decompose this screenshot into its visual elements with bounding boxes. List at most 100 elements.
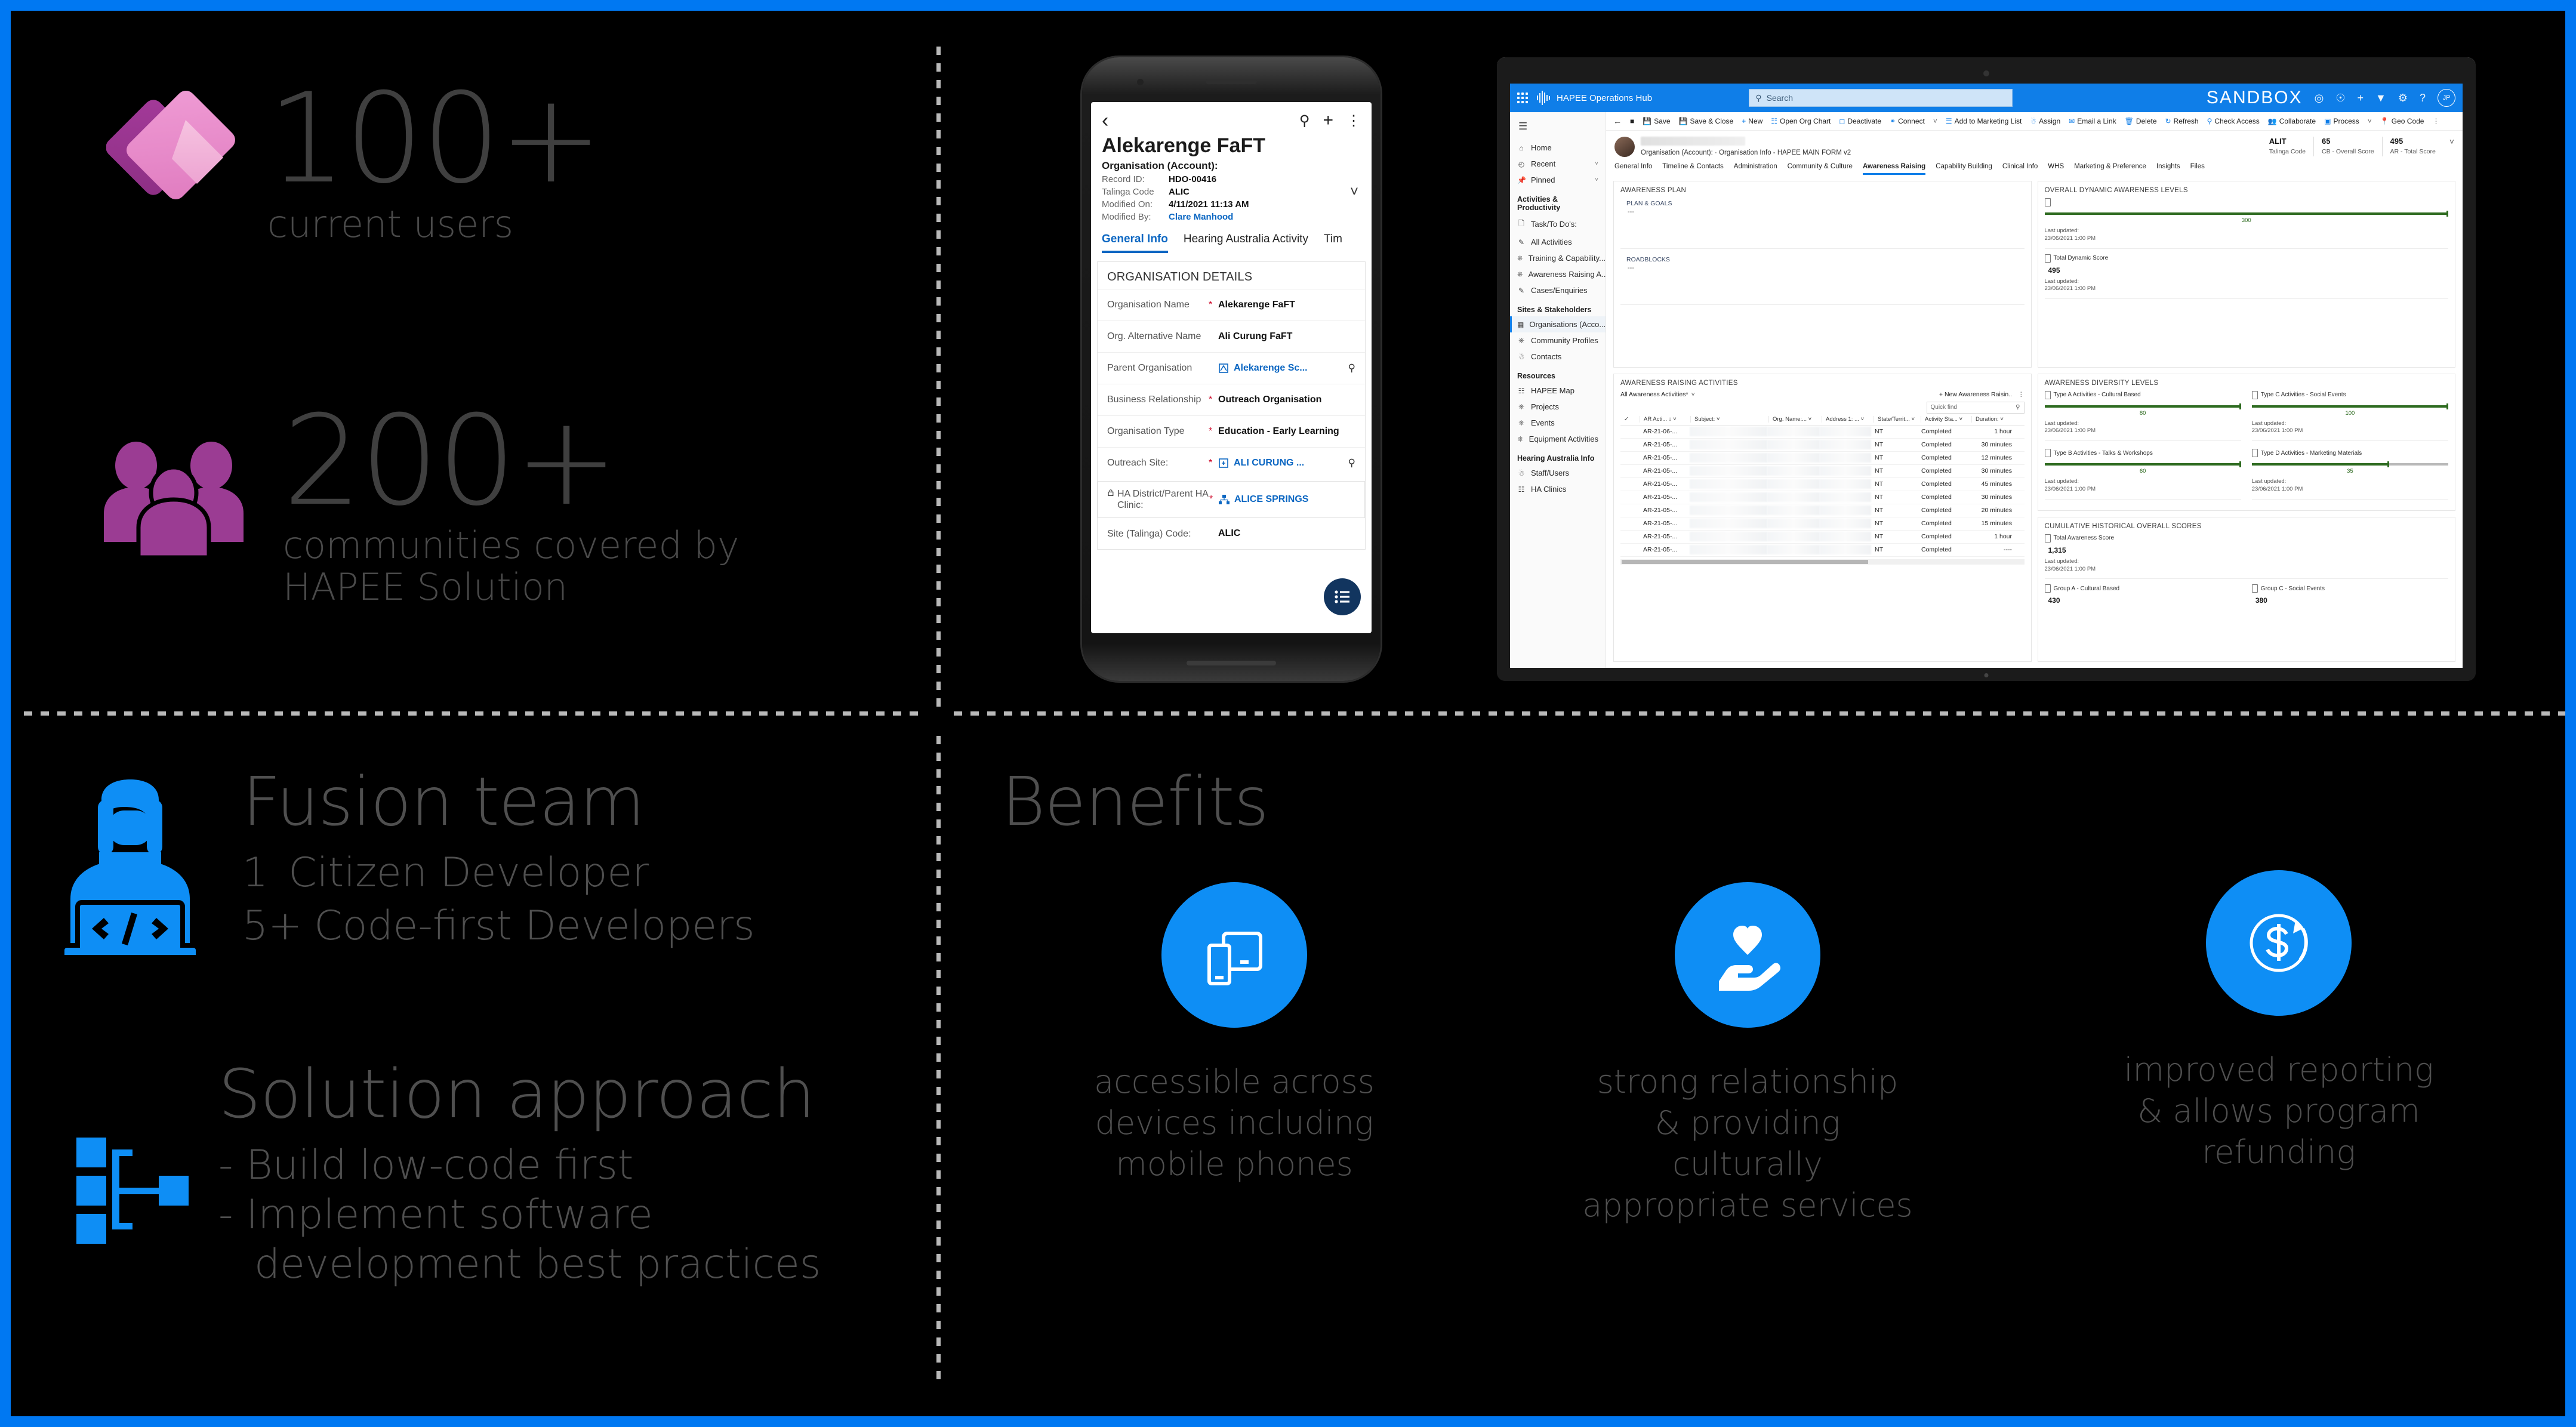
geo-code-button[interactable]: 📍 Geo Code <box>2380 117 2424 125</box>
overflow-icon[interactable]: ⋮ <box>2432 117 2439 125</box>
sidebar-item-pinned[interactable]: 📌 Pinned ˅ <box>1510 172 1606 188</box>
related-records-fab-button[interactable] <box>1324 578 1361 615</box>
sidebar-item-community-profiles[interactable]: ⎈ Community Profiles <box>1510 332 1606 349</box>
phone-field-site-talinga-code[interactable]: Site (Talinga) Code: ALIC <box>1098 518 1365 549</box>
column-header-activity-status[interactable]: Activity Sta... ˅ <box>1921 415 1971 423</box>
connect-button[interactable]: ⚭ Connect <box>1890 117 1925 125</box>
tab-timeline-contacts[interactable]: Timeline & Contacts <box>1662 163 1723 175</box>
column-header-subject[interactable]: Subject: ˅ <box>1690 415 1768 423</box>
lookup-search-icon[interactable]: ⚲ <box>1348 362 1355 374</box>
quick-find-input[interactable]: Quick find ⚲ <box>1926 401 2025 414</box>
help-icon[interactable]: ? <box>2420 92 2426 104</box>
plan-goals-value[interactable]: --- <box>1620 208 2025 215</box>
assign-button[interactable]: ☃ Assign <box>2030 117 2060 125</box>
field-value[interactable]: ALICE SPRINGS <box>1219 494 1355 505</box>
scroll-thumb[interactable] <box>1622 559 1868 564</box>
refresh-button[interactable]: ↻ Refresh <box>2165 117 2199 125</box>
field-value[interactable]: ALI CURUNG ... <box>1218 458 1348 469</box>
back-icon[interactable]: ← <box>1613 116 1622 126</box>
table-row[interactable]: AR-21-05-... NT Completed 15 minutes <box>1620 517 2025 531</box>
add-to-marketing-list-button[interactable]: ☰ Add to Marketing List <box>1946 117 2022 125</box>
phone-modified-by-link[interactable]: Clare Manhood <box>1169 212 1233 222</box>
sidebar-item-recent[interactable]: ◴ Recent ˅ <box>1510 156 1606 172</box>
select-all-checkmark-icon[interactable]: ✓ <box>1620 416 1640 423</box>
phone-field-organisation-name[interactable]: Organisation Name * Alekarenge FaFT <box>1098 289 1365 320</box>
tab-files[interactable]: Files <box>2190 163 2205 175</box>
column-header-org-name[interactable]: Org. Name:... ˅ <box>1768 415 1822 423</box>
save-and-close-button[interactable]: 💾 Save & Close <box>1679 117 1734 125</box>
column-header-duration[interactable]: Duration: ˅ <box>1971 415 2020 423</box>
phone-field-outreach-site[interactable]: Outreach Site: * ALI CURUNG ... ⚲ <box>1098 447 1365 479</box>
lookup-search-icon[interactable]: ⚲ <box>1348 457 1355 469</box>
roadblocks-value[interactable]: --- <box>1620 264 2025 272</box>
chevron-down-icon[interactable]: ˅ <box>2449 137 2454 146</box>
table-row[interactable]: AR-21-05-... NT Completed ---- <box>1620 544 2025 557</box>
more-icon[interactable]: ⋮ <box>1346 112 1361 130</box>
sidebar-item-cases-enquiries[interactable]: ✎ Cases/Enquiries <box>1510 282 1606 298</box>
sidebar-item-tasks[interactable]: 🗋 Task/To Do's: <box>1510 214 1606 234</box>
table-row[interactable]: AR-21-06-... NT Completed 1 hour <box>1620 426 2025 439</box>
tab-insights[interactable]: Insights <box>2156 163 2180 175</box>
avatar[interactable]: JP <box>2438 89 2455 107</box>
sidebar-item-ha-clinics[interactable]: ☷ HA Clinics <box>1510 481 1606 497</box>
phone-field-business-relationship[interactable]: Business Relationship * Outreach Organis… <box>1098 384 1365 415</box>
plus-icon[interactable]: + <box>1323 110 1333 131</box>
phone-field-parent-organisation[interactable]: Parent Organisation Alekarenge Sc... ⚲ <box>1098 352 1365 384</box>
sidebar-item-equipment-activities[interactable]: ⎈ Equipment Activities <box>1510 431 1606 447</box>
save-button[interactable]: 💾 Save <box>1643 117 1670 125</box>
tab-hearing-australia-activity[interactable]: Hearing Australia Activity <box>1184 233 1308 253</box>
tablet-home-button[interactable] <box>1984 673 1989 677</box>
tab-administration[interactable]: Administration <box>1734 163 1777 175</box>
table-row[interactable]: AR-21-05-... NT Completed 30 minutes <box>1620 465 2025 478</box>
tab-capability-building[interactable]: Capability Building <box>1936 163 1992 175</box>
chevron-down-icon[interactable]: ˅ <box>1350 184 1358 201</box>
back-icon[interactable]: ‹ <box>1102 110 1108 131</box>
search-icon[interactable]: ⚲ <box>1299 112 1310 130</box>
delete-button[interactable]: 🗑 Delete <box>2125 117 2157 125</box>
sidebar-item-awareness-raising[interactable]: ⎈ Awareness Raising A... <box>1510 266 1606 282</box>
gear-icon[interactable]: ⚙ <box>2398 92 2408 104</box>
table-row[interactable]: AR-21-05-... NT Completed 20 minutes <box>1620 504 2025 517</box>
table-row[interactable]: AR-21-05-... NT Completed 45 minutes <box>1620 478 2025 491</box>
chevron-down-icon[interactable]: ˅ <box>1595 177 1598 183</box>
lightbulb-icon[interactable]: ☉ <box>2335 92 2345 104</box>
waffle-icon[interactable] <box>1517 93 1528 103</box>
filter-icon[interactable]: ▼ <box>2375 92 2386 104</box>
form-selector-icon[interactable]: ■ <box>1630 117 1634 125</box>
tab-community-culture[interactable]: Community & Culture <box>1788 163 1853 175</box>
sidebar-item-organisations[interactable]: ▦ Organisations (Acco... <box>1510 316 1606 332</box>
phone-field-organisation-type[interactable]: Organisation Type * Education - Early Le… <box>1098 415 1365 447</box>
deactivate-button[interactable]: ◻ Deactivate <box>1839 117 1881 125</box>
tab-clinical-info[interactable]: Clinical Info <box>2002 163 2038 175</box>
process-button[interactable]: ▣ Process <box>2324 117 2359 125</box>
phone-field-org-alternative-name[interactable]: Org. Alternative Name Ali Curung FaFT <box>1098 320 1365 352</box>
collaborate-button[interactable]: 👥 Collaborate <box>2268 117 2316 125</box>
table-row[interactable]: AR-21-05-... NT Completed 12 minutes <box>1620 452 2025 465</box>
table-row[interactable]: AR-21-05-... NT Completed 30 minutes <box>1620 439 2025 452</box>
column-header-state[interactable]: State/Territ... ˅ <box>1874 415 1921 423</box>
open-org-chart-button[interactable]: ☷ Open Org Chart <box>1771 117 1831 125</box>
chevron-down-icon[interactable]: ˅ <box>1595 161 1598 167</box>
search-input[interactable]: ⚲ Search <box>1749 89 2013 107</box>
target-icon[interactable]: ◎ <box>2315 92 2324 104</box>
column-header-ar-activity[interactable]: AR Acti... ↓ ˅ <box>1640 415 1690 423</box>
hamburger-icon[interactable]: ☰ <box>1510 118 1606 140</box>
horizontal-scrollbar[interactable] <box>1620 559 2025 565</box>
tab-general-info[interactable]: General Info <box>1614 163 1652 175</box>
sidebar-item-training-capability[interactable]: ⎈ Training & Capability... <box>1510 250 1606 266</box>
table-row[interactable]: AR-21-05-... NT Completed 30 minutes <box>1620 491 2025 504</box>
plus-icon[interactable]: + <box>2358 92 2364 104</box>
sidebar-item-contacts[interactable]: ☃ Contacts <box>1510 349 1606 365</box>
sidebar-item-projects[interactable]: ⎈ Projects <box>1510 399 1606 415</box>
email-a-link-button[interactable]: ✉ Email a Link <box>2069 117 2116 125</box>
tab-marketing-preference[interactable]: Marketing & Preference <box>2074 163 2146 175</box>
sidebar-item-home[interactable]: ⌂ Home <box>1510 140 1606 156</box>
new-button[interactable]: + New <box>1742 117 1762 125</box>
new-awareness-raising-button[interactable]: + New Awareness Raisin.. <box>1939 391 2012 398</box>
tab-awareness-raising[interactable]: Awareness Raising <box>1862 163 1926 175</box>
view-selector[interactable]: All Awareness Activities* <box>1620 391 1688 398</box>
sidebar-item-hapee-map[interactable]: ☷ HAPEE Map <box>1510 383 1606 399</box>
overflow-icon[interactable]: ⋮ <box>2018 391 2025 398</box>
sidebar-item-staff-users[interactable]: ☃ Staff/Users <box>1510 465 1606 481</box>
phone-field-ha-district[interactable]: HA District/Parent HA Clinic: * ALICE SP… <box>1098 481 1365 519</box>
